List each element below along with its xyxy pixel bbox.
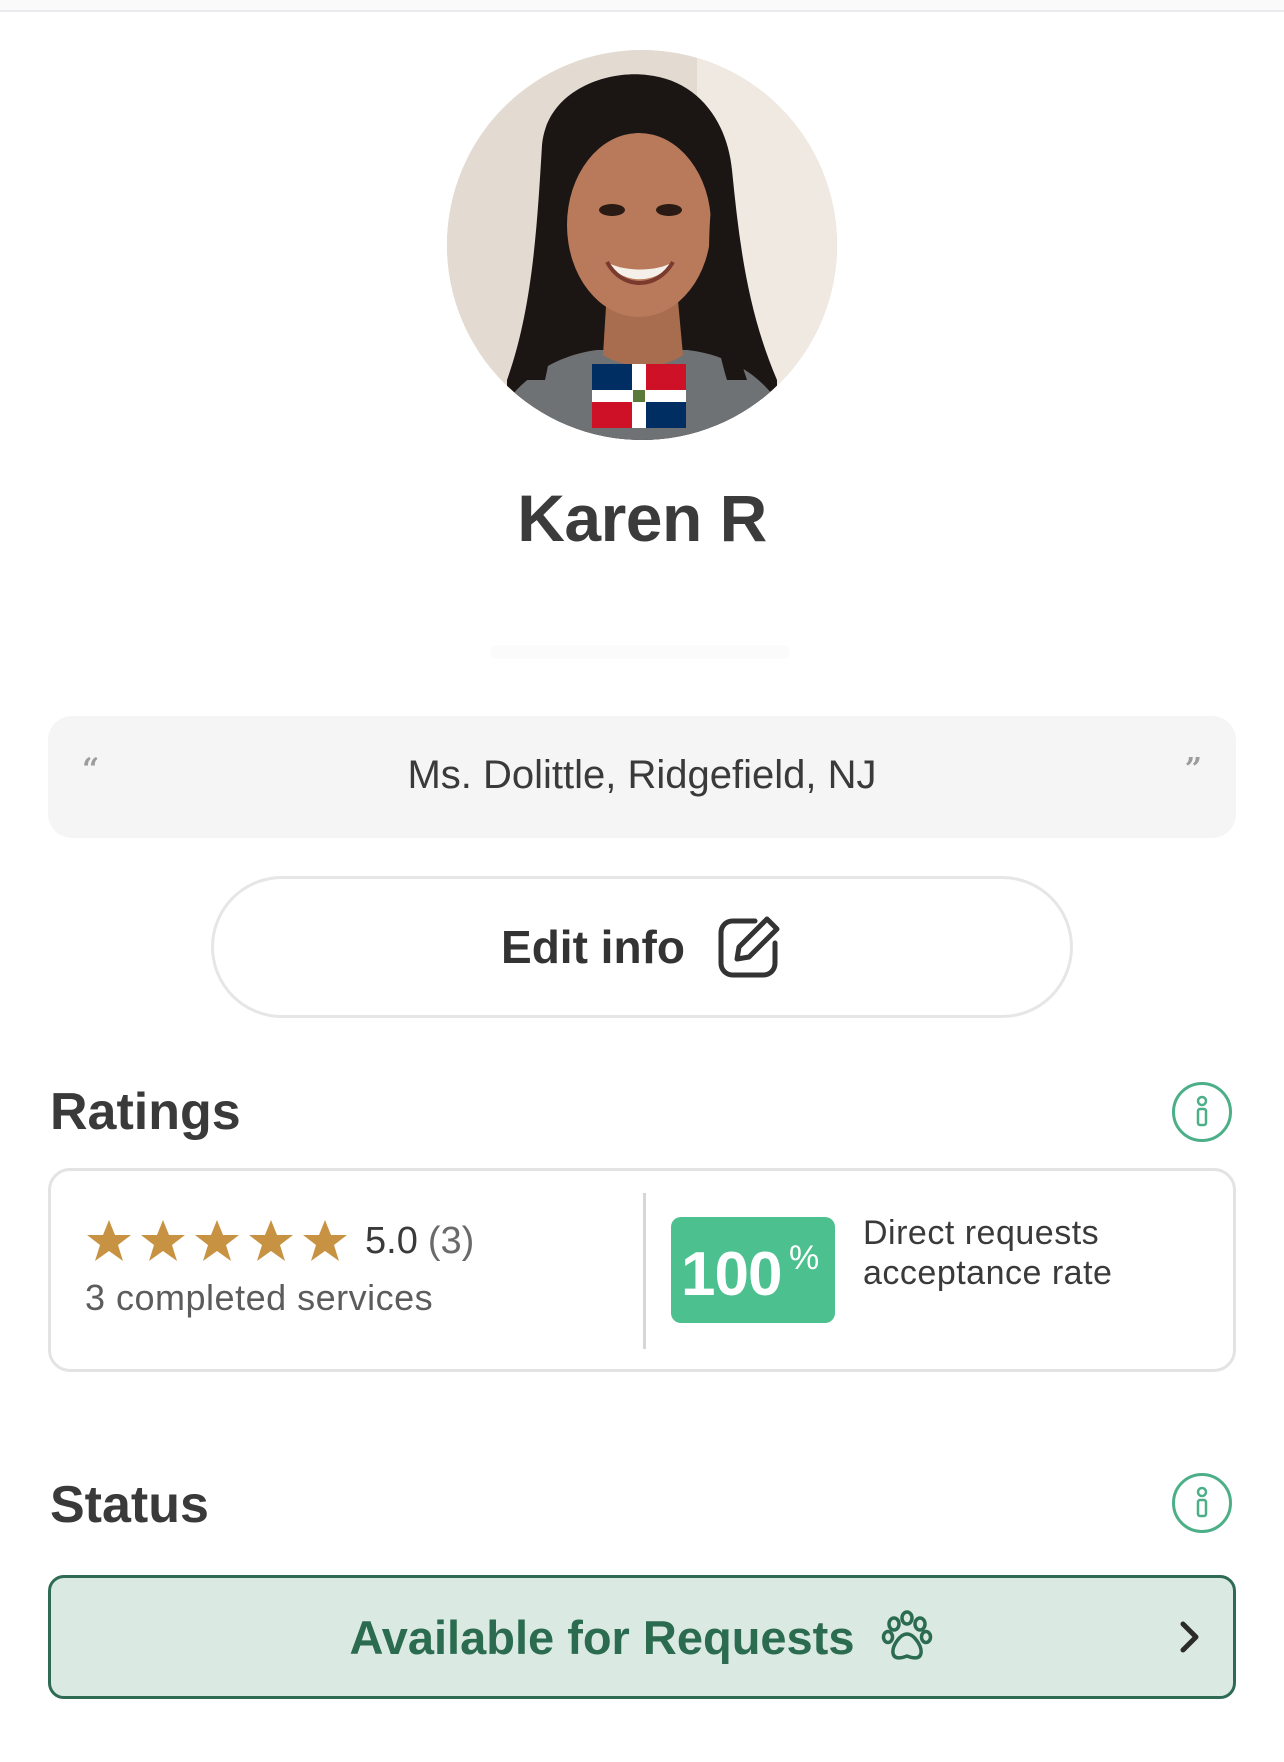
edit-info-button[interactable]: Edit info (211, 876, 1073, 1018)
rating-score: 5.0 (365, 1219, 418, 1262)
rating-count: (3) (427, 1219, 475, 1262)
acceptance-rate-badge: 100 % (671, 1217, 835, 1323)
faded-subtitle-placeholder (490, 645, 790, 659)
completed-services: 3 completed services (85, 1277, 434, 1318)
edit-info-label: Edit info (501, 921, 685, 973)
acceptance-rate-unit: % (789, 1239, 820, 1277)
dominican-republic-flag-icon (592, 364, 686, 428)
star-icon (87, 1220, 131, 1261)
star-icon (195, 1220, 239, 1261)
quote-close-icon: ” (1184, 752, 1202, 787)
info-icon (1196, 1095, 1208, 1127)
edit-pencil-icon (718, 916, 780, 978)
star-icon (249, 1220, 293, 1261)
info-icon (1196, 1486, 1208, 1518)
paw-icon (882, 1610, 933, 1660)
star-icon (141, 1220, 185, 1261)
star-rating: 5.0 (3) (85, 1215, 474, 1267)
ratings-summary: 5.0 (3) 3 completed services (85, 1215, 474, 1319)
ratings-info-button[interactable] (1172, 1082, 1232, 1142)
star-icon (303, 1220, 347, 1261)
top-bar-divider (0, 0, 1284, 12)
ratings-card: 5.0 (3) 3 completed services 100 % Direc… (48, 1168, 1236, 1372)
status-value: Available for Requests (349, 1610, 855, 1664)
status-selector-button[interactable]: Available for Requests (48, 1575, 1236, 1699)
profile-name: Karen R (517, 481, 767, 555)
acceptance-rate-value: 100 (681, 1240, 782, 1309)
profile-quote: “ Ms. Dolittle, Ridgefield, NJ ” (48, 716, 1236, 838)
acceptance-rate-label: Direct requests acceptance rate (863, 1214, 1113, 1292)
status-info-button[interactable] (1172, 1473, 1232, 1533)
chevron-right-icon (1180, 1621, 1199, 1653)
ratings-heading: Ratings (50, 1083, 241, 1141)
status-heading: Status (50, 1476, 209, 1534)
profile-page: Karen R “ Ms. Dolittle, Ridgefield, NJ ”… (0, 0, 1284, 1762)
quote-text: Ms. Dolittle, Ridgefield, NJ (407, 753, 877, 797)
card-divider (643, 1193, 646, 1349)
